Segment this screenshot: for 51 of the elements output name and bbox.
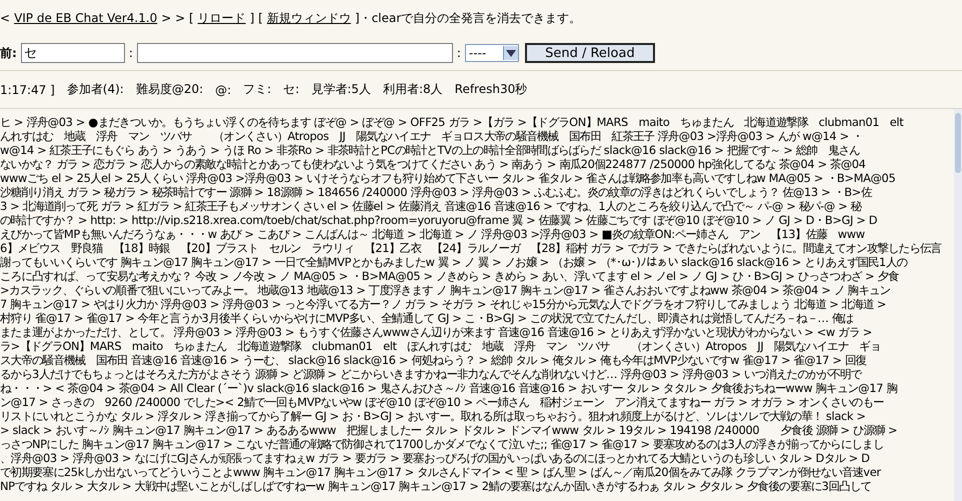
chat-log-line: 村狩り 雀@17 > 雀@17 > 今年と言うか3月後半くらいからやけにMVP多い、全鯖通して GJ > こ・B>GJ > この状況で立てたんだし、即潰されは覚悟してんだろ－ね－… 俺は [0, 311, 854, 325]
chat-log-line: w@14 > 紅茶王子にもぐら あう > うあう > うほ Ro > 非茶Ro > 非茶時計とPCの時計とTVの上の時計全部時間ばらばらだ slack@16 slack@16 > 把握です～ > 総帥 鬼さん [0, 143, 860, 157]
chat-log-line: > slack > おいす～ﾉｼ 胸キュン@17 胸キュン@17 > あるあるwww 把握しましたー タル > ドタル > ドンマイwww タル > 19タル > 194198 /240000 夕食後 源獅 > ひ源獅 > [0, 423, 898, 437]
chat-log-line: リストにいれとこうかな タル > 浮タル > 浮き揃ってから了解ー GJ > お・B>GJ > おいすー。取れる所は取っちゃおう。狙われ頻度上がるけど、ソレはソレで大戦の華！ slack > [0, 409, 866, 423]
status-text: 参加者(4): [66, 81, 124, 98]
status-text: 見学者:5人 [311, 81, 371, 98]
chat-log-line: るから3人だけでもちょっとはそろえた方がよさそう 源獅 > ど源獅 > どこからいきますかねー非力なんでそんな削れないけど… 浮舟@03 > 浮舟@03 > いつ消えたのかが不明で [0, 367, 862, 381]
status-text: フミ: [243, 81, 272, 98]
separator-text: : [128, 46, 133, 60]
message-input[interactable] [136, 43, 453, 63]
header-link[interactable]: リロード [198, 10, 246, 26]
status-text: @: [215, 82, 232, 96]
chat-log-line: 沙糖削り消え ガラ > 秘ガラ > 秘茶時計ですー 源獅 > 18源獅 > 184656 /240000 浮舟@03 > 浮舟@03 > ふむふむ。炎の紋章の浮きはどれくらいでしょう？ 佐@13 > ・B>佐 [0, 185, 872, 199]
header-text: > > [ [161, 11, 194, 25]
chat-log-line: 7 胸キュン@17 > やはり火力か 浮舟@03 > 浮舟@03 > っと今浮いてる方ー？ノ ガラ > そガラ > それじゃ15分から元気な人でドグラをオフ狩りしてみましょう 北海道 > 北海道 > [0, 297, 886, 311]
chat-log-line: ラ>【ドグラON】MARS maito ちゅまたん 北海道遊撃隊 clubman01 elt ぽんれすはむ 地蔵 浮舟 マン ツバサ （オンくさい）Atropos JJ 陽気なハイエナ ギョ [0, 339, 880, 353]
status-text: セ: [283, 81, 300, 98]
chat-log-line: っさつNPにした 胸キュン@17 胸キュン@17 > こないだ普通の戦略で防御されて1700しかダメでなくて泣いた;; 雀@17 > 雀@17 > 要塞攻めるのは3人の浮きが揃ってからにしまし [0, 437, 884, 451]
chat-log-line: 3 > 北海道削って死 ガラ > 紅ガラ > 紅茶王子もメッサオンくさい el > 佐藤el > 佐藤消え 音速@16 音速@16 > ですね、1人のところを絞り込んで凸で～ パ-@ > 秘パ-@ > 秘 [0, 199, 862, 213]
chat-log-line: ころに凸すれば、って安易な考えかな？ 今改 > ノ今改 > ノ MA@05 > ・B>MA@05 > ノきめら > きめら > あい、浮いてます el > ノel > ノ GJ > ひ・B>GJ > ひっさつわざ > 夕食 [0, 269, 899, 283]
select-dropdown[interactable]: ---- [464, 44, 519, 62]
chat-log-line: wwwごち el > 25人el > 25人くらい 浮舟@03 >浮舟@03 > いけそうならオフも狩り始めて下さいー タル > 雀タル > 雀さんは戦略参加率も高いですしねw MA@05 > ・B>MA@05 [0, 171, 896, 185]
chat-log-line: で初期要塞に25kしか出ないってどういうことよwww 胸キュン@17 胸キュン@17 > タルさんドマイ> < 聖 > ばん聖 > ばん～／南瓜20個をみてみ隊 クラブマンが倒せない音速ver [0, 465, 881, 479]
status-text: Refresh30秒 [454, 81, 528, 98]
chat-log-line: 、浮舟@03 > 浮舟@03 > なにげにGJさんが頑張ってますねぇw ガラ > 要ガラ > 要塞おっぴろげの国がいっぱいあるのにほっとかれてる大鯖というのも珍しい タル > Dタル > D [0, 451, 870, 465]
chat-log-line: ないかな？ ガラ > 恋ガラ > 恋人からの素敵な時計とかあっても使わないよう気をつけてください あう > 南あう > 南瓜20個224877 /250000 hp強化してるな 茶@04 > 茶@04 [0, 157, 866, 171]
status-text: 1:17:47 ] [0, 82, 55, 96]
header-text: < [0, 11, 10, 25]
chat-log-line: えびかって皆MPも無いんだろうなぁ・・・w あび > こあび > こんばんは～ 北海道 > 北海道 > ノ 浮舟@03 >浮舟@03 > ■炎の紋章ON:ペー姉さん アン 【13】佐藤 www [0, 227, 865, 241]
chat-log-line: ヒ > 浮舟@03 > ●まだきついか。もうちょい浮くのを待ちます ぼぞ@ > ぼぞ@ > OFF25 ガラ >【ガラ >【ドグラON】MARS maito ちゅまたん 北海道遊撃隊 clubman01 elt [0, 115, 904, 129]
chat-log-line: 6】メビウス 野良猫 【18】時銀 【20】ブラスト セルン ラウリィ 【21】乙衣 【24】ラルノーガ 【28】稲村 ガラ > でガラ > できたらばれないように。間違えてオン攻撃したら伝言 [0, 241, 942, 255]
chat-log-line: んれすはむ 地蔵 浮舟 マン ツバサ （オンくさい）Atropos JJ 陽気なハイエナ ギョロス大帝の騒音機械 国布田 紅茶王子 浮舟@03 >浮舟@03 > んが w@14 > ・ [0, 129, 863, 143]
scrollbar[interactable] [954, 109, 962, 501]
chat-log-line: の時計ですか？ > http: > http://vip.s218.xrea.com/toeb/chat/schat.php?room=yoruyoru@frame 翼 > 佐藤翼 > 佐藤ごちです ぼぞ@10 ぼぞ@10 > ノ GJ > D・B>GJ > D [0, 213, 878, 227]
name-input[interactable]: セ [20, 43, 125, 63]
name-label: 前: [0, 44, 17, 62]
chat-log-line: 謝ってもいいくらいです 胸キュン@17 胸キュン@17 > 一日で全鯖MVPとかもみましたw 翼 > ノ 翼 > ノお嬢 > （お嬢 > （*･ω･)ﾉはぁい slack@16 slack@16 > とりあえず国民1人の [0, 255, 908, 269]
status-text: 利用者:8人 [382, 81, 443, 98]
chat-log-line: ス大帝の騒音機械 国布田 音速@16 音速@16 > うーむ、 slack@16 slack@16 > 何処ねらう？ > 総帥 タル > 俺タル > 俺も今年はMVP少ないですw 雀@17 > 雀@17 > 回復 [0, 353, 866, 367]
separator-text: : [456, 46, 461, 60]
header-text: ]・clearで自分の全発言を消去できます。 [354, 10, 582, 26]
header-link[interactable]: 新規ウィンドウ [266, 10, 351, 26]
header-link[interactable]: VIP de EB Chat Ver4.1.0 [14, 11, 158, 25]
chat-log-line: ね・・・> < 茶@04 > 茶@04 > All Clear (´ー`)v slack@16 slack@16 > 鬼さんおひさ～ﾉｼ 音速@16 音速@16 > おいすー タル > タタル > 夕食後おちねーwww 胸キュン@17 胸 [0, 381, 897, 395]
chat-log-line: ン@17 > さっきの 9260 /240000 でした>< 2鯖で一回もMVPないやw ぼぞ@10 ぼぞ@10 > ペー姉さん 稲村ジェーン アン消えてますねー ガラ > オガラ > オンくさいのもー [0, 395, 884, 409]
send-reload-button[interactable]: Send / Reload [524, 43, 655, 63]
chat-log-line: またま運がよかっただけ、として。 浮舟@03 > 浮舟@03 > もうすぐ佐藤さんwwwさん辺りが来ます 音速@16 音速@16 > とりあえず浮かないと現状がわからない > <w ガラ > [0, 325, 872, 339]
status-text: 難易度@20: [136, 81, 204, 98]
chat-log-line: NPですね タル > 大タル > 大戦中は堅いことがしばしばですねーw 胸キュン@17 胸キュン@17 > 2鯖の要塞はなんか固いきがするわぁ タル > 夕タル > 夕食後の要塞に3回凸して [0, 479, 872, 493]
header-text: ] [ [250, 11, 263, 25]
chat-log-line: >カスラック、ぐらいの順番で狙いにいってみよー。 地蔵@13 地蔵@13 > 丁度浮きます ノ 胸キュン@17 胸キュン@17 > 雀さんおおいですよねww 茶@04 > 茶@04 > ノ 胸キュン [0, 283, 890, 297]
